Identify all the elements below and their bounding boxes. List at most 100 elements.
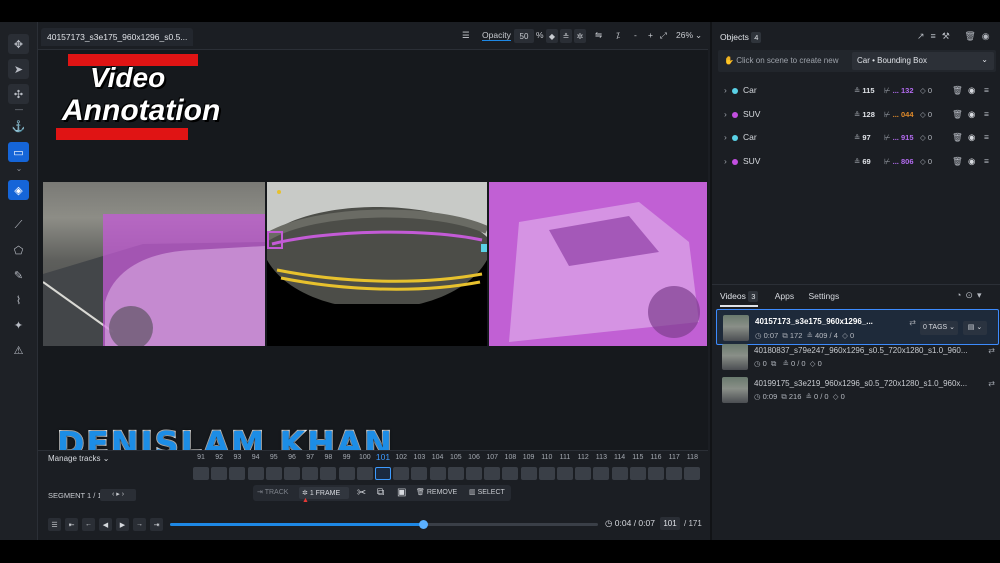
tags-button[interactable]: 0 TAGS ⌄ <box>920 321 958 335</box>
video-row[interactable]: 40199175_s3e219_960x1296_s0.5_720x1280_s… <box>716 375 999 405</box>
chevron-right-icon[interactable]: › <box>724 109 727 119</box>
frame-number[interactable]: 93 <box>228 454 246 461</box>
video-viewer[interactable]: Video Annotation DENISLAM KHAN <box>38 50 708 464</box>
opacity-value[interactable]: 50 <box>514 29 534 43</box>
frame-cell[interactable] <box>429 467 446 480</box>
step-back-icon[interactable]: ← <box>82 518 95 531</box>
frame-number[interactable]: 103 <box>410 454 428 461</box>
frame-cell[interactable] <box>302 467 319 480</box>
frame-number[interactable]: 101 <box>374 452 392 462</box>
frame-number[interactable]: 104 <box>429 454 447 461</box>
camera-frame-right[interactable] <box>489 182 707 346</box>
object-row[interactable]: › Car ≗ 97 ⊬ ... 915 ◇ 0 🗑 ◉ ≡ <box>724 131 996 147</box>
bounding-box-icon[interactable]: ▭ <box>8 142 29 162</box>
swap-icon[interactable]: ⇄ <box>988 346 995 355</box>
frame-cell[interactable] <box>684 467 701 480</box>
frame-number[interactable]: 116 <box>647 454 665 461</box>
frame-number[interactable]: 115 <box>629 454 647 461</box>
frame-number[interactable]: 105 <box>447 454 465 461</box>
frame-number[interactable]: 118 <box>683 454 701 461</box>
fit-icon[interactable]: ⤢ <box>660 30 667 41</box>
settings-sliders-icon[interactable]: ☰ <box>462 30 470 41</box>
chevron-right-icon[interactable]: › <box>724 132 727 142</box>
frame-cell[interactable] <box>193 467 209 480</box>
remove-button[interactable]: 🗑 REMOVE <box>416 488 457 496</box>
segment-nav[interactable]: ‹ ▸ › <box>100 489 136 501</box>
frame-cell[interactable] <box>375 467 391 480</box>
video-row[interactable]: 40157173_s3e175_960x1296_... ◷ 0:07 ⧉ 172… <box>716 309 999 345</box>
cut-icon[interactable]: ✂ <box>357 486 366 499</box>
frame-cell[interactable] <box>484 467 501 480</box>
list-icon[interactable]: ≡ <box>984 132 989 142</box>
polyline-icon[interactable]: ⟋ <box>8 215 29 235</box>
object-row[interactable]: › Car ≗ 115 ⊬ ... 132 ◇ 0 🗑 ◉ ≡ <box>724 84 996 100</box>
frame-cell[interactable] <box>611 467 628 480</box>
object-row[interactable]: › SUV ≗ 69 ⊬ ... 806 ◇ 0 🗑 ◉ ≡ <box>724 155 996 171</box>
frame-cell[interactable] <box>411 467 428 480</box>
frame-number[interactable]: 100 <box>356 454 374 461</box>
frame-number[interactable]: 92 <box>210 454 228 461</box>
move-icon[interactable]: ✥ <box>8 34 29 54</box>
fill-icon[interactable]: ◈ <box>8 180 29 200</box>
swap-icon[interactable]: ⇄ <box>988 379 995 388</box>
frame-number[interactable]: 109 <box>520 454 538 461</box>
frame-cell[interactable] <box>593 467 610 480</box>
frame-number[interactable]: 108 <box>501 454 519 461</box>
frame-cell[interactable] <box>538 467 555 480</box>
frame-cell[interactable] <box>629 467 646 480</box>
copy-icon[interactable]: ⧉ <box>377 487 384 498</box>
magic-wand-icon[interactable]: ✦ <box>8 315 29 335</box>
frame-number[interactable]: 114 <box>611 454 629 461</box>
list-icon[interactable]: ≡ <box>984 85 989 95</box>
select-button[interactable]: ▥ SELECT <box>469 488 505 496</box>
gear-icon[interactable]: ✲ <box>574 29 586 43</box>
trash-icon[interactable]: 🗑 <box>952 109 963 120</box>
videos-header-icons[interactable]: ◔⊙▾ <box>956 290 986 301</box>
class-select[interactable]: Car • Bounding Box ⌄ <box>852 52 994 70</box>
frame-cell[interactable] <box>356 467 373 480</box>
chevron-right-icon[interactable]: › <box>724 85 727 95</box>
eye-icon[interactable]: ◉ <box>968 85 975 96</box>
frame-cell[interactable] <box>666 467 683 480</box>
list-icon[interactable]: ≡ <box>984 156 989 166</box>
frame-cell[interactable] <box>520 467 537 480</box>
frame-cell[interactable] <box>247 467 264 480</box>
frame-number[interactable]: 98 <box>319 454 337 461</box>
slash-icon[interactable]: ⁒ <box>616 30 620 41</box>
frame-cell[interactable] <box>393 467 410 480</box>
frame-number[interactable]: 117 <box>665 454 683 461</box>
tag-icon[interactable]: ◆ <box>546 29 558 43</box>
frame-cell[interactable] <box>502 467 519 480</box>
frame-number[interactable]: 102 <box>392 454 410 461</box>
frame-number[interactable]: 95 <box>265 454 283 461</box>
camera-frame-left[interactable] <box>43 182 265 346</box>
frame-cell[interactable] <box>229 467 246 480</box>
trash-icon[interactable]: 🗑 <box>952 132 963 143</box>
frame-number[interactable]: 110 <box>538 454 556 461</box>
progress-track[interactable] <box>170 520 598 529</box>
graph-icon[interactable]: ⚠ <box>8 340 29 360</box>
pen-icon[interactable]: ✎ <box>8 265 29 285</box>
frame-number[interactable]: 112 <box>574 454 592 461</box>
frame-number[interactable]: 97 <box>301 454 319 461</box>
frame-cell[interactable] <box>466 467 482 480</box>
frame-input[interactable]: 101 <box>660 517 680 530</box>
swap-icon[interactable]: ⇄ <box>909 318 916 327</box>
frame-number[interactable]: 99 <box>338 454 356 461</box>
frame-cell[interactable] <box>338 467 355 480</box>
frame-number[interactable]: 111 <box>556 454 574 461</box>
layers-icon[interactable]: ≗ <box>560 29 572 43</box>
anchor-icon[interactable]: ⚓ <box>8 116 29 136</box>
tab-apps[interactable]: Apps <box>775 291 794 301</box>
frame-cell[interactable] <box>211 467 228 480</box>
frame-cell[interactable] <box>265 467 282 480</box>
frame-number[interactable]: 96 <box>283 454 301 461</box>
video-tab[interactable]: 40157173_s3e175_960x1296_s0.5... <box>41 28 194 46</box>
frame-cell[interactable] <box>575 467 592 480</box>
pan-icon[interactable]: ✣ <box>8 84 29 104</box>
list-icon[interactable]: ≡ <box>984 109 989 119</box>
eye-icon[interactable]: ◉ <box>968 132 975 143</box>
opacity-label[interactable]: Opacity <box>482 30 511 41</box>
video-row[interactable]: 40180837_s79e247_960x1296_s0.5_720x1280_… <box>716 342 999 372</box>
zoom-value[interactable]: 26% <box>676 30 693 40</box>
